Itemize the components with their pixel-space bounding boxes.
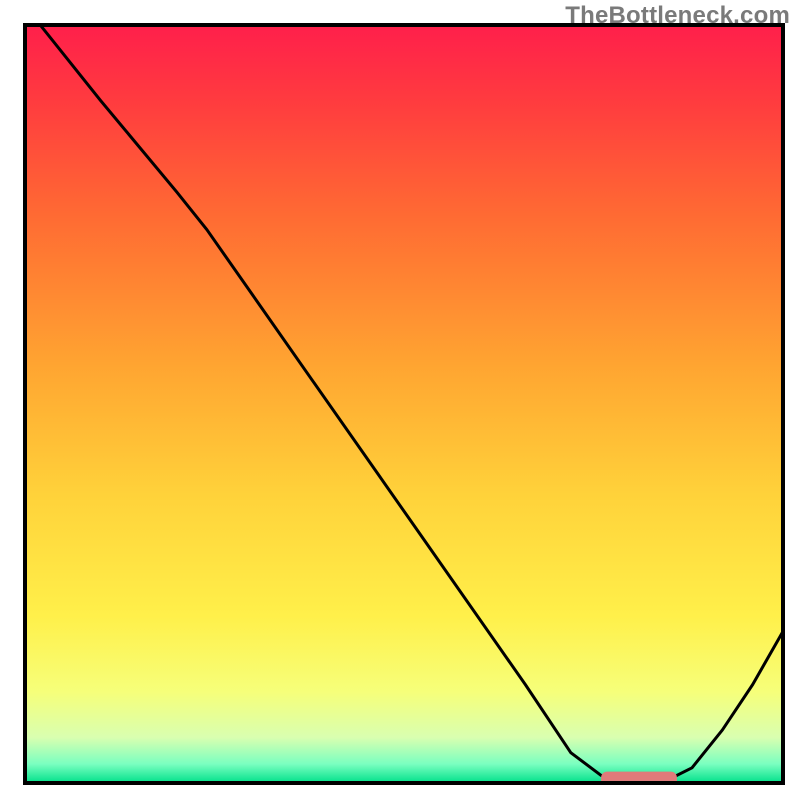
gradient-background bbox=[25, 25, 783, 783]
chart-svg bbox=[0, 0, 800, 800]
chart-stage: { "watermark": "TheBottleneck.com", "col… bbox=[0, 0, 800, 800]
